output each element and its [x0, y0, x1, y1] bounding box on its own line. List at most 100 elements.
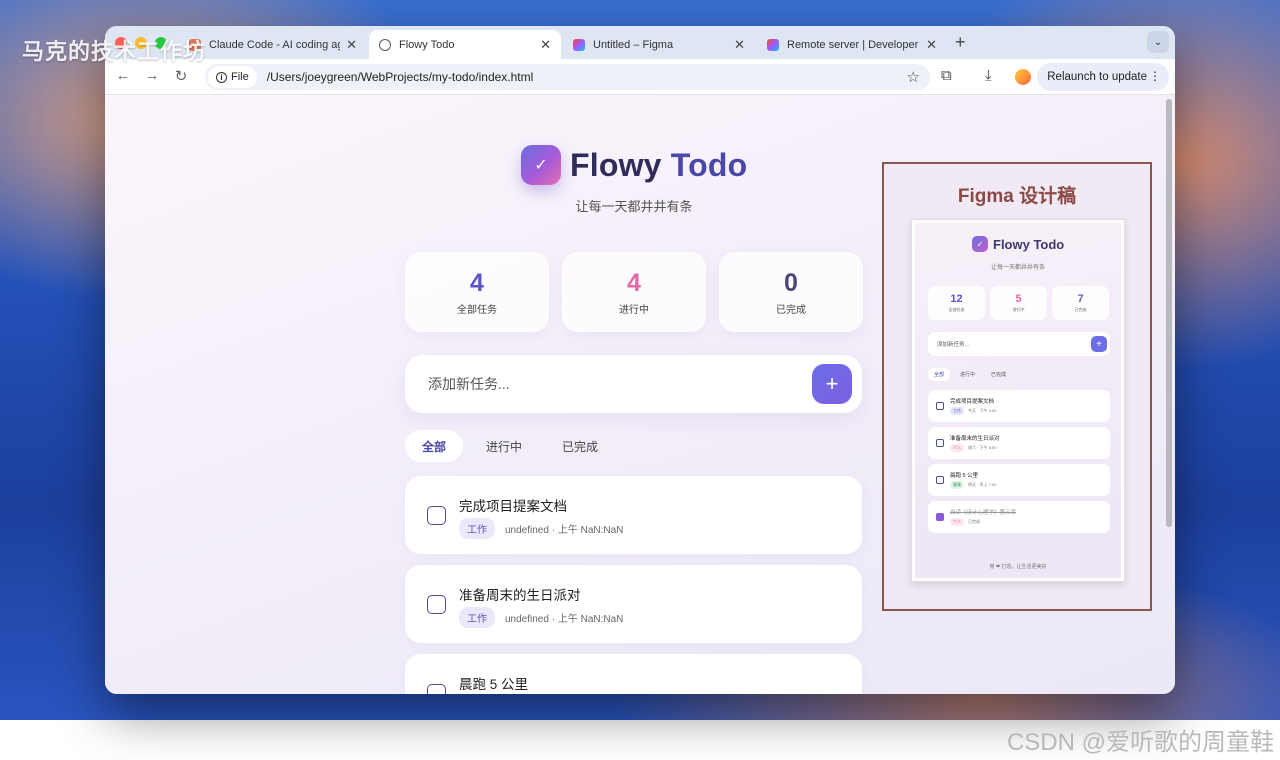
- filter-tabs: 全部 进行中 已完成: [405, 430, 621, 462]
- url-text[interactable]: /Users/joeygreen/WebProjects/my-todo/ind…: [267, 70, 534, 84]
- task-checkbox[interactable]: [427, 684, 446, 694]
- tab-label: Claude Code - AI coding agent: [209, 38, 340, 51]
- info-icon: i: [216, 71, 227, 83]
- stat-completed: 0 已完成: [719, 252, 863, 332]
- stat-value: 4: [627, 268, 641, 297]
- figma-task-meta-text: 已完成: [968, 519, 980, 524]
- filter-all[interactable]: 全部: [405, 430, 464, 462]
- figma-title: Figma 设计稿: [957, 186, 1077, 207]
- figma-task-meta: 个人 周六 · 下午 6:00: [950, 444, 996, 452]
- stat-value: 0: [784, 268, 798, 297]
- extensions-icon[interactable]: ⧉: [941, 67, 952, 84]
- new-tab-button[interactable]: +: [955, 32, 966, 53]
- close-icon[interactable]: ✕: [734, 37, 745, 53]
- task-meta-text: undefined · 上午 NaN:NaN: [505, 614, 624, 625]
- profile-avatar[interactable]: [1015, 69, 1031, 85]
- stat-label: 已完成: [776, 304, 806, 316]
- tab-flowy-todo[interactable]: Flowy Todo ✕: [369, 30, 561, 59]
- stat-value: 4: [470, 268, 484, 297]
- page-content: ✓ Flowy Todo 让每一天都井井有条 4 全部任务 4 进行中 0 已完…: [105, 95, 1175, 694]
- close-icon[interactable]: ✕: [346, 37, 357, 53]
- figma-stats-row: 12 全部任务 5 进行中 7 已完成: [928, 286, 1109, 320]
- close-icon[interactable]: ✕: [926, 37, 937, 53]
- close-icon[interactable]: ✕: [540, 37, 551, 53]
- figma-task-meta: 健康 明天 · 早上 7:00: [950, 481, 996, 489]
- tab-search-button[interactable]: ⌄: [1147, 31, 1169, 53]
- figma-task-title: 准备周末的生日派对: [950, 436, 1000, 442]
- figma-task-title: 完成项目提案文档: [950, 399, 995, 405]
- figma-task-tag: 工作: [950, 407, 964, 415]
- figma-task-list: 完成项目提案文档 工作 今天 · 下午 3:00 准备周末的生日派对 个人 周六…: [928, 390, 1110, 538]
- file-label: File: [231, 71, 249, 83]
- figma-stat-label: 进行中: [1012, 307, 1025, 312]
- figma-app-subtitle: 让每一天都井井有条: [990, 265, 1045, 271]
- app-title-part1: Flowy: [570, 146, 662, 183]
- figma-stat-label: 已完成: [1074, 307, 1087, 312]
- task-checkbox[interactable]: [427, 506, 446, 525]
- filter-completed[interactable]: 已完成: [545, 430, 615, 462]
- download-icon[interactable]: ⤓: [985, 67, 992, 84]
- stat-label: 全部任务: [457, 304, 497, 316]
- figma-add-icon: +: [1091, 336, 1107, 352]
- figma-footer: 用 ❤ 打造，让生活更美好: [989, 564, 1047, 570]
- figma-task-tag: 个人: [950, 444, 964, 452]
- task-title: 准备周末的生日派对: [459, 588, 581, 603]
- chevron-down-icon: ⌄: [1153, 36, 1163, 48]
- figma-add-box: 添加新任务... +: [928, 332, 1110, 356]
- address-bar[interactable]: i File /Users/joeygreen/WebProjects/my-t…: [205, 64, 930, 90]
- stats-row: 4 全部任务 4 进行中 0 已完成: [405, 252, 863, 332]
- globe-icon: [379, 38, 391, 51]
- figma-task-item: 阅读《设计心理学》第三章 个人 已完成: [928, 501, 1110, 533]
- figma-task-meta-text: 周六 · 下午 6:00: [968, 445, 997, 450]
- figma-filters: 全部 进行中 已完成: [928, 368, 1016, 381]
- add-task-box: +: [405, 355, 862, 413]
- tab-remote-server[interactable]: Remote server | Developer Do ✕: [757, 30, 947, 59]
- kebab-menu-icon[interactable]: ⋮: [1149, 69, 1161, 83]
- figma-task-tag: 个人: [950, 518, 964, 526]
- tab-figma-untitled[interactable]: Untitled – Figma ✕: [563, 30, 755, 59]
- relaunch-button[interactable]: Relaunch to update ⋮: [1037, 63, 1169, 91]
- watermark-top: 马克的技术工作坊: [22, 39, 207, 64]
- task-title: 完成项目提案文档: [459, 499, 567, 514]
- tab-bar: Claude Code - AI coding agent ✕ Flowy To…: [105, 26, 1175, 59]
- task-checkbox[interactable]: [427, 595, 446, 614]
- back-button[interactable]: ←: [113, 67, 133, 84]
- figma-stat-value: 7: [1077, 293, 1084, 305]
- tab-claude-code[interactable]: Claude Code - AI coding agent ✕: [179, 30, 367, 59]
- figma-task-title: 阅读《设计心理学》第三章: [950, 510, 1017, 516]
- tab-label: Remote server | Developer Do: [787, 38, 920, 51]
- reload-button[interactable]: ↻: [171, 67, 191, 85]
- task-tag: 工作: [459, 518, 495, 539]
- task-tag: 工作: [459, 607, 495, 628]
- figma-task-title: 晨跑 5 公里: [950, 473, 979, 479]
- figma-stat: 7 已完成: [1052, 286, 1109, 320]
- figma-design-card: ✓ Flowy Todo 让每一天都井井有条 12 全部任务 5 进行中 7 已…: [911, 219, 1125, 582]
- figma-task-meta-text: 今天 · 下午 3:00: [968, 408, 997, 413]
- filter-in-progress[interactable]: 进行中: [469, 430, 539, 462]
- new-task-input[interactable]: [428, 376, 788, 392]
- task-list: 完成项目提案文档 工作 undefined · 上午 NaN:NaN 准备周末的…: [405, 476, 862, 694]
- figma-add-placeholder: 添加新任务...: [937, 342, 970, 348]
- stat-total: 4 全部任务: [405, 252, 549, 332]
- figma-stat: 5 进行中: [990, 286, 1047, 320]
- add-task-button[interactable]: +: [812, 364, 852, 404]
- figma-filter: 进行中: [960, 372, 976, 378]
- figma-filter: 全部: [928, 368, 951, 381]
- figma-task-checkbox: [936, 402, 944, 410]
- figma-task-item: 准备周末的生日派对 个人 周六 · 下午 6:00: [928, 427, 1110, 459]
- figma-filter: 已完成: [991, 372, 1007, 378]
- app-brand: ✓ Flowy Todo: [521, 145, 747, 185]
- figma-stat-label: 全部任务: [948, 307, 965, 312]
- forward-button[interactable]: →: [142, 67, 162, 84]
- check-logo-icon: ✓: [972, 236, 988, 252]
- figma-task-meta: 个人 已完成: [950, 518, 980, 526]
- bookmark-star-icon[interactable]: ☆: [907, 68, 920, 86]
- site-info-chip[interactable]: i File: [208, 66, 257, 88]
- check-logo-icon: ✓: [521, 145, 561, 185]
- task-item: 完成项目提案文档 工作 undefined · 上午 NaN:NaN: [405, 476, 862, 554]
- figma-icon: [573, 38, 585, 51]
- figma-stat-value: 12: [950, 293, 963, 305]
- page-scrollbar[interactable]: [1166, 99, 1172, 527]
- relaunch-label: Relaunch to update: [1047, 71, 1147, 83]
- figma-task-item: 晨跑 5 公里 健康 明天 · 早上 7:00: [928, 464, 1110, 496]
